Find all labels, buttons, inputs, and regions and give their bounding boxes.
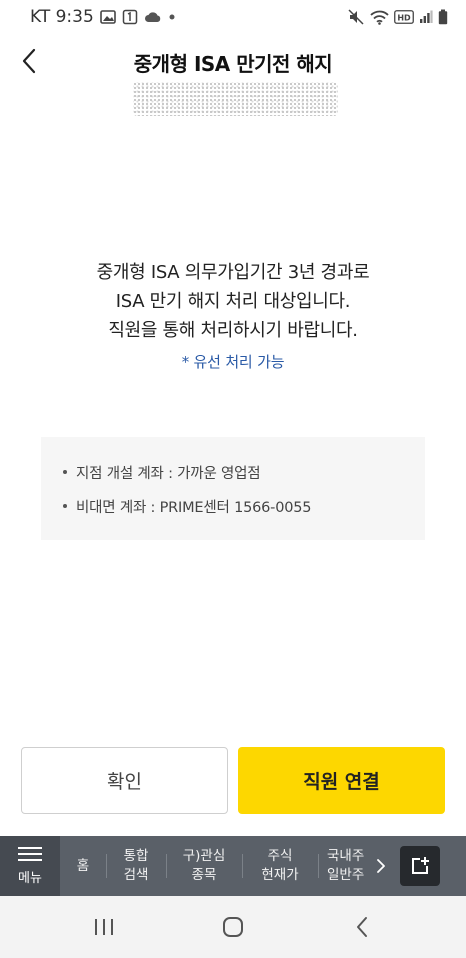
- nav-item-integrated-search[interactable]: 통합 검색: [106, 836, 166, 896]
- message-line-2: ISA 만기 해지 처리 대상입니다.: [115, 291, 351, 312]
- signal-icon: [419, 10, 433, 24]
- battery-icon: [438, 9, 448, 25]
- confirm-button[interactable]: 확인: [21, 747, 228, 814]
- nav-watch-label-1: 구)관심: [182, 848, 226, 864]
- menu-label: 메뉴: [18, 870, 42, 886]
- system-nav-bar: [0, 896, 466, 958]
- menu-button[interactable]: 메뉴: [0, 836, 60, 896]
- info-item-nonface-text: 비대면 계좌 : PRIME센터 1566-0055: [76, 499, 312, 516]
- recent-apps-icon: [95, 919, 114, 935]
- notification-icon: [122, 9, 138, 25]
- home-button[interactable]: [203, 907, 263, 947]
- mute-icon: [348, 9, 365, 25]
- bottom-nav: 메뉴 홈 통합 검색 구)관심 종목 주식 현재가 국내주 일반주: [0, 836, 466, 896]
- message-line-1: 중개형 ISA 의무가입기간 3년 경과로: [96, 262, 370, 283]
- nav-home-label: 홈: [76, 857, 90, 874]
- home-icon: [222, 917, 243, 937]
- nav-item-stock-price[interactable]: 주식 현재가: [242, 836, 318, 896]
- chevron-right-icon: [377, 859, 385, 873]
- status-bar: KT 9:35 HD: [0, 0, 466, 34]
- page-title: 중개형 ISA 만기전 해지: [133, 52, 333, 76]
- status-left: KT 9:35: [30, 7, 176, 27]
- masked-account-number: [133, 82, 338, 116]
- nav-price-label-1: 주식: [267, 848, 293, 864]
- carrier-time: KT 9:35: [30, 7, 94, 27]
- info-item-branch: 지점 개설 계좌 : 가까운 영업점: [63, 455, 425, 489]
- add-shortcut-button[interactable]: [400, 846, 440, 886]
- termination-message: 중개형 ISA 의무가입기간 3년 경과로 ISA 만기 해지 처리 대상입니다…: [0, 258, 466, 345]
- cloud-icon: [144, 11, 162, 23]
- status-right: HD: [348, 9, 448, 25]
- nav-watch-label-2: 종목: [191, 867, 217, 883]
- bullet-icon: [63, 470, 67, 474]
- connect-staff-button[interactable]: 직원 연결: [238, 747, 445, 814]
- back-arrow-icon: [356, 917, 367, 937]
- nav-search-label-1: 통합: [123, 848, 149, 864]
- nav-item-home[interactable]: 홈: [60, 836, 106, 896]
- message-line-3: 직원을 통해 처리하시기 바랍니다.: [108, 320, 358, 341]
- nav-domestic-label-1: 국내주: [327, 848, 365, 864]
- wifi-icon: [370, 10, 389, 25]
- header: 중개형 ISA 만기전 해지: [0, 34, 466, 124]
- phone-processing-note: * 유선 처리 가능: [181, 353, 285, 371]
- nav-search-label-2: 검색: [123, 867, 149, 883]
- dot-icon: [168, 13, 176, 21]
- info-item-branch-text: 지점 개설 계좌 : 가까운 영업점: [76, 465, 261, 482]
- recent-apps-button[interactable]: [74, 907, 134, 947]
- hd-badge-text: HD: [397, 14, 411, 23]
- nav-scroll-next-button[interactable]: [368, 836, 394, 896]
- hd-icon: HD: [394, 10, 414, 24]
- info-box: 지점 개설 계좌 : 가까운 영업점 비대면 계좌 : PRIME센터 1566…: [41, 437, 425, 540]
- bullet-icon: [63, 504, 67, 508]
- nav-item-domestic-stock[interactable]: 국내주 일반주: [318, 836, 368, 896]
- nav-item-watchlist[interactable]: 구)관심 종목: [166, 836, 242, 896]
- nav-price-label-2: 현재가: [261, 867, 299, 883]
- hamburger-icon: [18, 846, 42, 861]
- nav-domestic-label-2: 일반주: [327, 867, 365, 883]
- info-item-nonface: 비대면 계좌 : PRIME센터 1566-0055: [63, 489, 425, 523]
- add-window-icon: [412, 857, 429, 874]
- system-back-button[interactable]: [332, 907, 392, 947]
- image-icon: [99, 10, 116, 24]
